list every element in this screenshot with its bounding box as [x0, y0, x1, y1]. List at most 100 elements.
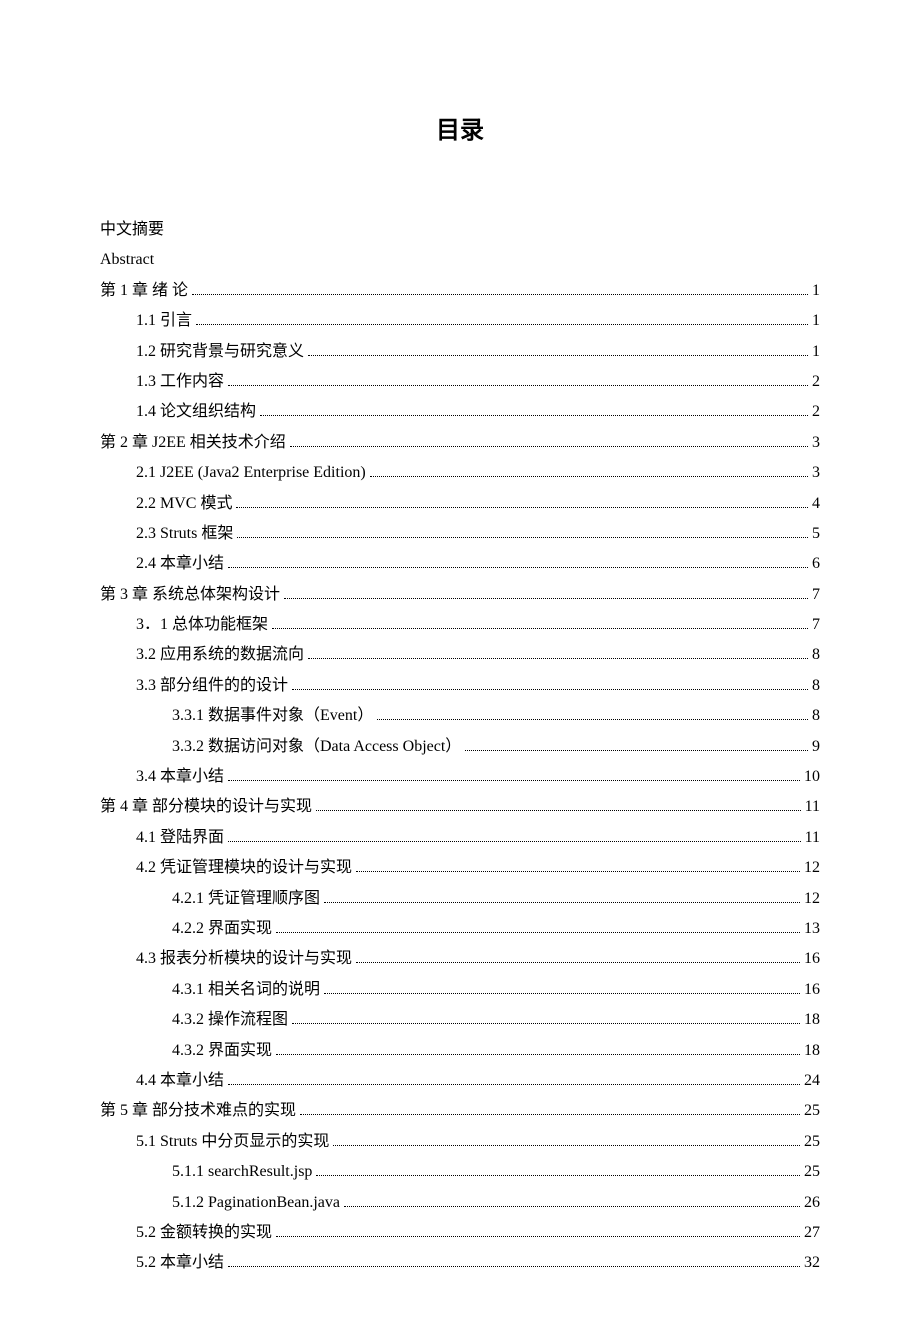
toc-entry-leader: [465, 750, 808, 751]
toc-entry: 3.3.1 数据事件对象（Event） 8: [100, 701, 820, 731]
toc-entry: 3.3 部分组件的的设计8: [100, 671, 820, 701]
toc-entry: 3.4 本章小结10: [100, 762, 820, 792]
toc-entry-page: 2: [812, 397, 820, 427]
toc-entry: Abstract: [100, 245, 820, 275]
toc-entry-leader: [228, 385, 808, 386]
toc-entry-page: 7: [812, 610, 820, 640]
toc-entry-leader: [228, 1266, 800, 1267]
toc-entry: 4.3.2 操作流程图 18: [100, 1005, 820, 1035]
toc-entry-page: 16: [804, 944, 820, 974]
toc-entry-leader: [324, 993, 800, 994]
toc-entry: 2.2 MVC 模式4: [100, 489, 820, 519]
toc-entry-label: 4.1 登陆界面: [136, 823, 224, 853]
toc-entry-leader: [333, 1145, 800, 1146]
toc-entry: 5.2 金额转换的实现27: [100, 1218, 820, 1248]
toc-entry-label: 4.3 报表分析模块的设计与实现: [136, 944, 352, 974]
toc-entry-leader: [276, 1236, 800, 1237]
toc-entry: 4.3 报表分析模块的设计与实现 16: [100, 944, 820, 974]
toc-entry-leader: [228, 567, 808, 568]
toc-entry: 4.2.1 凭证管理顺序图 12: [100, 884, 820, 914]
toc-entry-leader: [292, 1023, 800, 1024]
toc-entry-leader: [356, 871, 800, 872]
toc-entry-leader: [196, 324, 808, 325]
toc-entry-label: 5.1.1 searchResult.jsp: [172, 1157, 312, 1187]
toc-entry-page: 18: [804, 1036, 820, 1066]
toc-entry-label: 5.2 金额转换的实现: [136, 1218, 272, 1248]
toc-entry: 第 2 章 J2EE 相关技术介绍 3: [100, 428, 820, 458]
toc-entry-label: 第 1 章 绪 论: [100, 276, 188, 306]
toc-entry: 2.4 本章小结 6: [100, 549, 820, 579]
toc-entry-page: 1: [812, 276, 820, 306]
toc-entry-leader: [292, 689, 808, 690]
toc-entry-page: 8: [812, 701, 820, 731]
toc-entry-label: 5.1 Struts 中分页显示的实现: [136, 1127, 329, 1157]
toc-entry-page: 18: [804, 1005, 820, 1035]
toc-entry-page: 16: [804, 975, 820, 1005]
toc-entry-label: 1.1 引言: [136, 306, 192, 336]
toc-entry: 4.2.2 界面实现 13: [100, 914, 820, 944]
toc-entry-leader: [237, 537, 808, 538]
toc-entry-label: 3.2 应用系统的数据流向: [136, 640, 304, 670]
toc-entry-label: 4.3.2 操作流程图: [172, 1005, 288, 1035]
toc-entry-label: 4.4 本章小结: [136, 1066, 224, 1096]
toc-entry-label: 4.2.2 界面实现: [172, 914, 272, 944]
toc-entry-page: 2: [812, 367, 820, 397]
toc-entry-leader: [284, 598, 808, 599]
toc-entry: 4.1 登陆界面11: [100, 823, 820, 853]
toc-entry-page: 1: [812, 337, 820, 367]
toc-entry-page: 13: [804, 914, 820, 944]
toc-entry-label: 2.1 J2EE (Java2 Enterprise Edition): [136, 458, 366, 488]
toc-entry-page: 5: [812, 519, 820, 549]
toc-entry: 第 3 章 系统总体架构设计 7: [100, 580, 820, 610]
toc-entry-label: 第 3 章 系统总体架构设计: [100, 580, 280, 610]
toc-entry-label: 4.3.1 相关名词的说明: [172, 975, 320, 1005]
toc-entry-leader: [272, 628, 808, 629]
toc-entry-page: 1: [812, 306, 820, 336]
toc-entry-page: 32: [804, 1248, 820, 1278]
toc-entry-page: 12: [804, 853, 820, 883]
toc-entry-page: 12: [804, 884, 820, 914]
toc-entry-page: 7: [812, 580, 820, 610]
toc-entry-label: 1.4 论文组织结构: [136, 397, 256, 427]
toc-entry-page: 25: [804, 1127, 820, 1157]
toc-entry-label: 中文摘要: [100, 215, 164, 245]
toc-entry-page: 3: [812, 458, 820, 488]
toc-entry-leader: [192, 294, 808, 295]
toc-entry-label: 第 5 章 部分技术难点的实现: [100, 1096, 296, 1126]
toc-entry: 4.3.2 界面实现 18: [100, 1036, 820, 1066]
toc-entry: 1.1 引言 1: [100, 306, 820, 336]
toc-entry: 2.3 Struts 框架 5: [100, 519, 820, 549]
toc-entry: 3．1 总体功能框架7: [100, 610, 820, 640]
toc-entry: 2.1 J2EE (Java2 Enterprise Edition) 3: [100, 458, 820, 488]
toc-entry-leader: [300, 1114, 800, 1115]
toc-entry: 4.2 凭证管理模块的设计与实现 12: [100, 853, 820, 883]
toc-entry-leader: [316, 1175, 800, 1176]
toc-entry: 5.2 本章小结 32: [100, 1248, 820, 1278]
toc-entry-label: 4.2.1 凭证管理顺序图: [172, 884, 320, 914]
toc-entry-leader: [228, 780, 800, 781]
toc-entry-label: 2.4 本章小结: [136, 549, 224, 579]
toc-entry-page: 11: [805, 792, 820, 822]
toc-entry-page: 8: [812, 640, 820, 670]
toc-entry-leader: [276, 932, 800, 933]
toc-entry-page: 3: [812, 428, 820, 458]
toc-entry-label: 1.3 工作内容: [136, 367, 224, 397]
toc-entry: 第 1 章 绪 论 1: [100, 276, 820, 306]
toc-entry: 5.1 Struts 中分页显示的实现 25: [100, 1127, 820, 1157]
toc-entry-leader: [308, 658, 808, 659]
toc-entry-leader: [260, 415, 808, 416]
toc-entry-page: 8: [812, 671, 820, 701]
toc-entry-label: 第 4 章 部分模块的设计与实现: [100, 792, 312, 822]
toc-entry-label: 4.2 凭证管理模块的设计与实现: [136, 853, 352, 883]
toc-entry-leader: [236, 507, 808, 508]
toc-entry-page: 6: [812, 549, 820, 579]
toc-entry-leader: [356, 962, 800, 963]
toc-entry-page: 9: [812, 732, 820, 762]
toc-entry-leader: [370, 476, 808, 477]
toc-entry-label: 5.2 本章小结: [136, 1248, 224, 1278]
toc-entry: 1.2 研究背景与研究意义1: [100, 337, 820, 367]
toc-entry-label: 第 2 章 J2EE 相关技术介绍: [100, 428, 286, 458]
toc-entry-label: 4.3.2 界面实现: [172, 1036, 272, 1066]
toc-entry-label: 3.3.1 数据事件对象（Event）: [172, 701, 373, 731]
toc-entry-label: 2.3 Struts 框架: [136, 519, 233, 549]
